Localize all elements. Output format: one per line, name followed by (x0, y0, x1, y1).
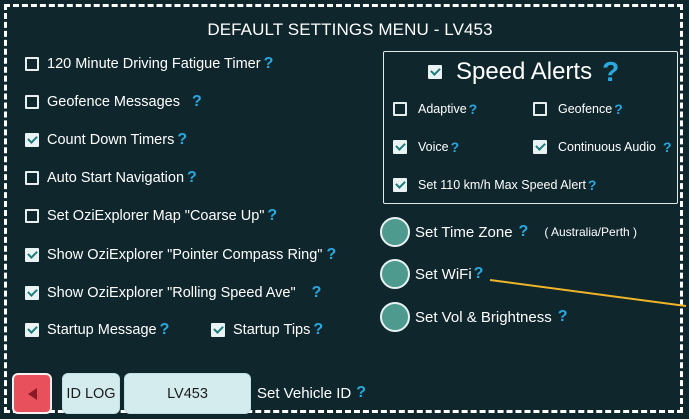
checkbox-max-speed-alert[interactable] (393, 178, 407, 192)
help-icon[interactable]: ? (187, 169, 197, 187)
set-wifi-label: Set WiFi (415, 265, 472, 283)
triangle-left-icon (27, 387, 37, 400)
help-icon[interactable]: ? (451, 139, 460, 155)
setting-auto-start-navigation-label: Auto Start Navigation (47, 170, 185, 186)
checkbox-pointer-compass-ring[interactable] (25, 248, 39, 262)
help-icon[interactable]: ? (588, 177, 597, 193)
set-vol-brightness-row[interactable]: Set Vol & Brightness ? (380, 302, 568, 332)
set-wifi-button[interactable] (380, 259, 410, 289)
speed-option-continuous-audio[interactable]: Continuous Audio ? (533, 139, 672, 155)
set-vol-brightness-button[interactable] (380, 302, 410, 332)
speed-alerts-title: Speed Alerts (456, 58, 593, 85)
speed-option-geofence[interactable]: Geofence ? (533, 101, 623, 117)
setting-startup-tips-label: Startup Tips (233, 322, 311, 338)
speed-option-max-speed-alert-label: Set 110 km/h Max Speed Alert (418, 178, 586, 192)
help-icon[interactable]: ? (160, 321, 170, 339)
setting-startup-message[interactable]: Startup Message ? (25, 321, 169, 339)
setting-fatigue-timer-label: 120 Minute Driving Fatigue Timer (47, 56, 261, 72)
checkbox-startup-message[interactable] (25, 323, 39, 337)
setting-geofence-messages-label: Geofence Messages (47, 94, 180, 110)
set-vehicle-id[interactable]: Set Vehicle ID ? (257, 384, 366, 402)
set-wifi-row[interactable]: Set WiFi ? (380, 259, 483, 289)
set-vehicle-id-label: Set Vehicle ID (257, 384, 352, 402)
checkbox-geofence-messages[interactable] (25, 95, 39, 109)
speed-option-voice[interactable]: Voice ? (393, 139, 459, 155)
help-icon[interactable]: ? (192, 93, 202, 111)
set-time-zone-label: Set Time Zone (415, 223, 513, 241)
help-icon[interactable]: ? (326, 246, 336, 264)
help-icon[interactable]: ? (356, 384, 366, 402)
speed-option-geofence-label: Geofence (558, 102, 613, 116)
help-icon[interactable]: ? (602, 56, 619, 88)
setting-fatigue-timer[interactable]: 120 Minute Driving Fatigue Timer ? (25, 55, 273, 73)
set-time-zone-row[interactable]: Set Time Zone ? ( Australia/Perth ) (380, 217, 637, 247)
help-icon[interactable]: ? (663, 139, 672, 155)
setting-rolling-speed-ave-label: Show OziExplorer "Rolling Speed Ave" (47, 285, 296, 301)
back-button[interactable] (12, 373, 52, 414)
checkbox-speed-alerts[interactable] (428, 65, 442, 79)
checkbox-coarse-up[interactable] (25, 209, 39, 223)
setting-pointer-compass-ring-label: Show OziExplorer "Pointer Compass Ring" (47, 247, 323, 263)
set-time-zone-button[interactable] (380, 217, 410, 247)
vehicle-id-field[interactable]: LV453 (124, 373, 251, 414)
help-icon[interactable]: ? (267, 207, 277, 225)
help-icon[interactable]: ? (177, 131, 187, 149)
checkbox-startup-tips[interactable] (211, 323, 225, 337)
help-icon[interactable]: ? (312, 284, 322, 302)
speed-option-adaptive-label: Adaptive (418, 102, 467, 116)
setting-count-down-timers[interactable]: Count Down Timers ? (25, 131, 187, 149)
id-log-button[interactable]: ID LOG (62, 373, 120, 414)
checkbox-voice[interactable] (393, 140, 407, 154)
speed-option-continuous-audio-label: Continuous Audio (558, 140, 656, 154)
checkbox-adaptive[interactable] (393, 102, 407, 116)
set-vol-brightness-label: Set Vol & Brightness (415, 308, 552, 326)
setting-auto-start-navigation[interactable]: Auto Start Navigation ? (25, 169, 197, 187)
time-zone-value: ( Australia/Perth ) (544, 225, 638, 239)
setting-startup-message-label: Startup Message (47, 322, 157, 338)
help-icon[interactable]: ? (264, 55, 274, 73)
help-icon[interactable]: ? (519, 223, 529, 241)
setting-coarse-up-label: Set OziExplorer Map "Coarse Up" (47, 208, 265, 224)
setting-pointer-compass-ring[interactable]: Show OziExplorer "Pointer Compass Ring" … (25, 246, 336, 264)
speed-option-adaptive[interactable]: Adaptive ? (393, 101, 477, 117)
checkbox-fatigue-timer[interactable] (25, 57, 39, 71)
setting-rolling-speed-ave[interactable]: Show OziExplorer "Rolling Speed Ave" ? (25, 284, 321, 302)
setting-coarse-up[interactable]: Set OziExplorer Map "Coarse Up" ? (25, 207, 277, 225)
help-icon[interactable]: ? (558, 308, 568, 326)
help-icon[interactable]: ? (313, 321, 323, 339)
page-title: DEFAULT SETTINGS MENU - LV453 (207, 20, 493, 39)
speed-option-voice-label: Voice (418, 140, 449, 154)
setting-count-down-timers-label: Count Down Timers (47, 132, 175, 148)
checkbox-count-down-timers[interactable] (25, 133, 39, 147)
speed-alerts-header[interactable]: Speed Alerts ? (428, 56, 619, 88)
checkbox-continuous-audio[interactable] (533, 140, 547, 154)
setting-startup-tips[interactable]: Startup Tips ? (211, 321, 323, 339)
help-icon[interactable]: ? (474, 265, 484, 283)
speed-option-max-speed-alert[interactable]: Set 110 km/h Max Speed Alert ? (393, 177, 596, 193)
help-icon[interactable]: ? (614, 101, 623, 117)
checkbox-rolling-speed-ave[interactable] (25, 286, 39, 300)
setting-geofence-messages[interactable]: Geofence Messages ? (25, 93, 202, 111)
checkbox-auto-start-navigation[interactable] (25, 171, 39, 185)
checkbox-geofence[interactable] (533, 102, 547, 116)
help-icon[interactable]: ? (469, 101, 478, 117)
